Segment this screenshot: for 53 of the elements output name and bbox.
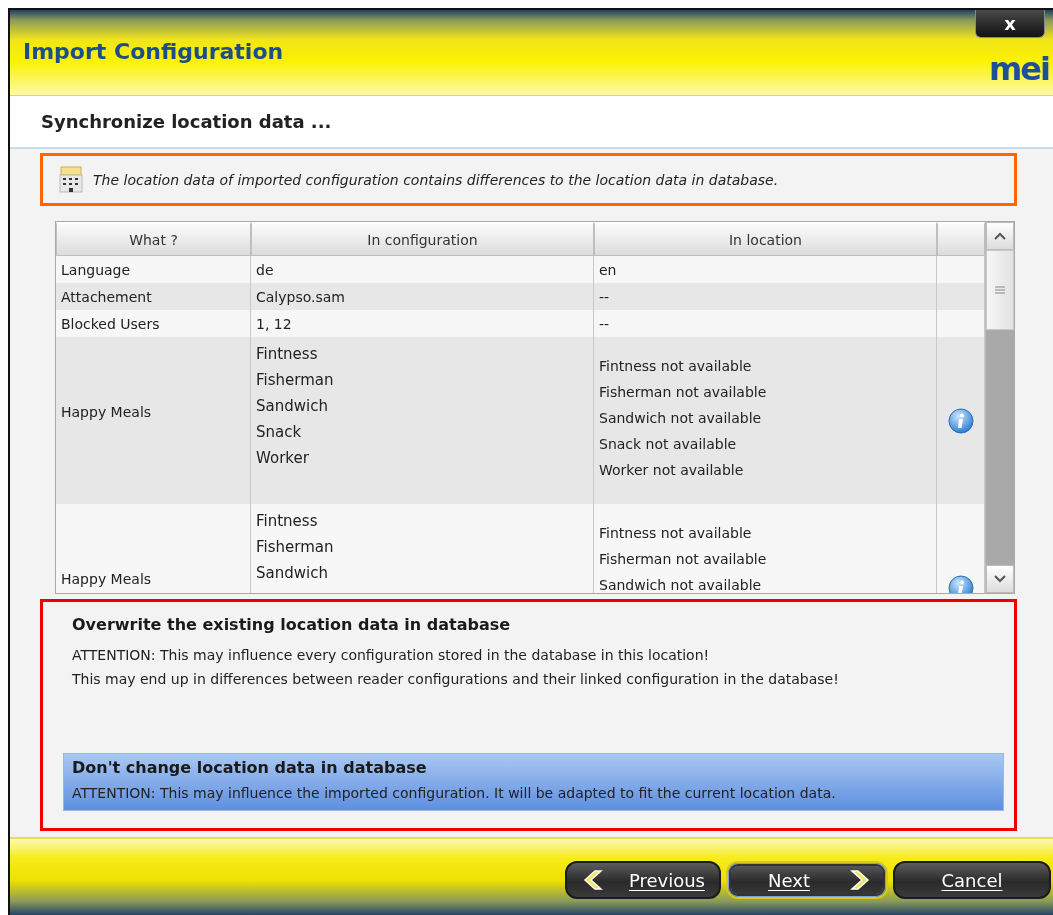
table-cell-text: -- [599, 314, 611, 334]
chevron-right-icon [848, 869, 872, 891]
table-cell-text: Sandwich not available [599, 409, 763, 428]
info-icon[interactable] [947, 407, 974, 434]
table-cell-text: Fisherman not available [599, 550, 768, 569]
table-cell-text: Sandwich not available [599, 576, 763, 593]
building-icon [59, 165, 83, 194]
table-cell-text: Worker not available [599, 461, 745, 480]
table-cell-text: Attachement [61, 287, 153, 307]
table-cell-text: Fisherman [256, 537, 335, 558]
table-cell-text: Happy Meals [61, 570, 153, 589]
table-cell-text: Blocked Users [61, 314, 161, 334]
table-cell-text: de [256, 260, 275, 280]
info-icon[interactable] [947, 574, 974, 593]
table-cell-text: Fintness [256, 344, 319, 365]
table-cell-text: Sandwich [256, 563, 329, 584]
scroll-up-icon[interactable] [994, 232, 1006, 240]
table-cell-text: Happy Meals [61, 403, 153, 422]
table-cell-text: -- [599, 287, 611, 307]
option-description: ATTENTION: This may influence the imported configuration. It will be adapted to fit the current location data. [72, 784, 837, 803]
window-title: Import Configuration [23, 39, 284, 64]
next-button[interactable]: Next [726, 861, 888, 899]
table-cell-text: Worker [256, 448, 310, 469]
scroll-down-icon[interactable] [994, 575, 1006, 583]
table-cell-text: Snack not available [599, 435, 738, 454]
option-description: This may end up in differences between reader configurations and their linked configuration in the database! [72, 670, 840, 689]
grip-icon[interactable] [995, 286, 1005, 294]
option-item[interactable]: Don't change location data in database ATTENTION: This may influence the imported configuration. It will be adapted to fit the current location data. [63, 753, 1004, 811]
notice-text: The location data of imported configuration contains differences to the location data in database. [93, 171, 779, 188]
table-cell-text: Language [61, 260, 132, 280]
table-cell-text: Fintness not available [599, 524, 753, 543]
scrollbar[interactable] [985, 222, 1014, 593]
logo: mei [989, 49, 1049, 89]
table-cell-text: Fisherman [256, 370, 335, 391]
table-cell-text: en [599, 260, 618, 280]
table-cell-text: 1, 12 [256, 314, 293, 334]
page-heading: Synchronize location data ... [41, 111, 332, 132]
close-button[interactable]: x [975, 10, 1045, 38]
table-cell-text: Fintness [256, 511, 319, 532]
option-title: Don't change location data in database [72, 758, 428, 777]
chevron-left-icon [581, 869, 605, 891]
table-cell-text: Fintness not available [599, 357, 753, 376]
option-title: Overwrite the existing location data in database [72, 615, 512, 634]
column-header[interactable]: In location [594, 222, 937, 256]
column-header[interactable]: What ? [56, 222, 251, 256]
option-description: ATTENTION: This may influence every configuration stored in the database in this location! [72, 646, 711, 665]
table-cell-text: Snack [256, 422, 303, 443]
cancel-button[interactable]: Cancel [893, 861, 1051, 899]
table-cell-text: Fisherman not available [599, 383, 768, 402]
table-cell-text: Sandwich [256, 396, 329, 417]
previous-button[interactable]: Previous [565, 861, 721, 899]
table-cell-text: Calypso.sam [256, 287, 346, 307]
column-header[interactable]: In configuration [251, 222, 594, 256]
